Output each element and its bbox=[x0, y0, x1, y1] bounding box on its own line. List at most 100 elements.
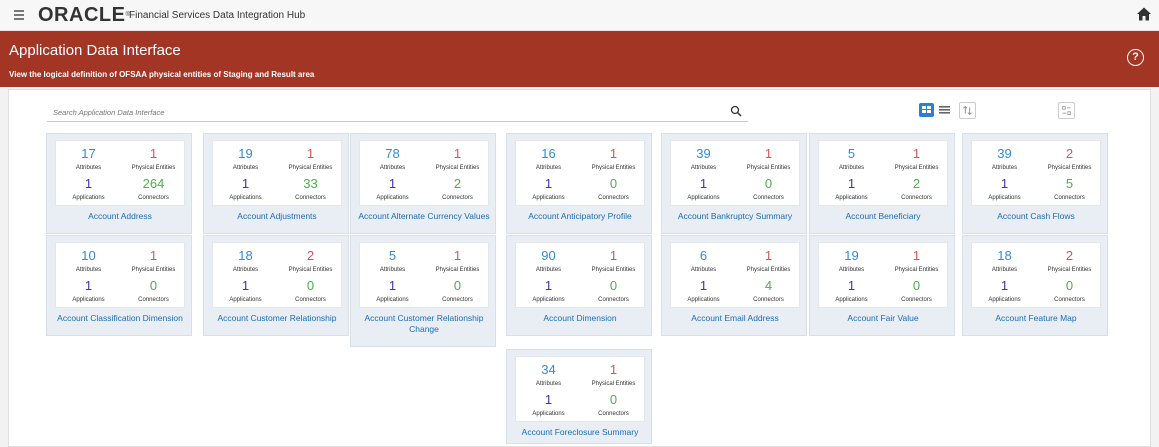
physical-entities-count: 1 bbox=[149, 248, 158, 263]
attributes-stat: 5 Attributes bbox=[360, 249, 425, 274]
applications-label: Applications bbox=[835, 195, 868, 201]
applications-count: 1 bbox=[699, 176, 708, 191]
card-title-link[interactable]: Account Customer Relationship Change bbox=[351, 313, 497, 335]
attributes-label: Attributes bbox=[379, 267, 406, 273]
card-stats: 17 Attributes 1 Physical Entities 1 Applicati… bbox=[55, 140, 185, 206]
applications-count: 1 bbox=[84, 176, 93, 191]
card-title-link[interactable]: Account Adjustments bbox=[204, 211, 350, 222]
connectors-label: Connectors bbox=[138, 297, 169, 303]
entity-card[interactable]: 6 Attributes 1 Physical Entities 1 Applicatio… bbox=[661, 235, 807, 336]
product-name: Financial Services Data Integration Hub bbox=[129, 10, 306, 21]
card-stats: 5 Attributes 1 Physical Entities 1 Applicatio… bbox=[359, 242, 489, 308]
card-stats: 5 Attributes 1 Physical Entities 1 Applicatio… bbox=[818, 140, 948, 206]
entity-card[interactable]: 78 Attributes 1 Physical Entities 1 Applicati… bbox=[350, 133, 496, 234]
connectors-label: Connectors bbox=[442, 195, 473, 201]
entity-card[interactable]: 18 Attributes 2 Physical Entities 1 Applicati… bbox=[203, 235, 349, 336]
connectors-label: Connectors bbox=[598, 297, 629, 303]
entity-card[interactable]: 39 Attributes 2 Physical Entities 1 Applicati… bbox=[962, 133, 1108, 234]
entity-card[interactable]: 39 Attributes 1 Physical Entities 1 Applicati… bbox=[661, 133, 807, 234]
card-stats: 10 Attributes 1 Physical Entities 1 Applicati… bbox=[55, 242, 185, 308]
home-icon[interactable] bbox=[1136, 6, 1152, 22]
card-title-link[interactable]: Account Classification Dimension bbox=[47, 313, 193, 324]
applications-label: Applications bbox=[376, 195, 409, 201]
search-box bbox=[47, 101, 748, 122]
physical-entities-stat: 1 Physical Entities bbox=[581, 363, 646, 388]
connectors-label: Connectors bbox=[753, 195, 784, 201]
attributes-label: Attributes bbox=[75, 267, 102, 273]
attributes-stat: 39 Attributes bbox=[972, 147, 1037, 172]
physical-entities-label: Physical Entities bbox=[591, 381, 636, 387]
attributes-stat: 6 Attributes bbox=[671, 249, 736, 274]
card-title-link[interactable]: Account Fair Value bbox=[810, 313, 956, 324]
connectors-stat: 264 Connectors bbox=[121, 177, 186, 202]
card-stats: 39 Attributes 1 Physical Entities 1 Applicati… bbox=[670, 140, 800, 206]
applications-label: Applications bbox=[988, 195, 1021, 201]
card-title-link[interactable]: Account Email Address bbox=[662, 313, 808, 324]
search-icon[interactable] bbox=[730, 105, 742, 117]
entity-card[interactable]: 16 Attributes 1 Physical Entities 1 Applicati… bbox=[506, 133, 652, 234]
card-title-link[interactable]: Account Beneficiary bbox=[810, 211, 956, 222]
help-icon[interactable]: ? bbox=[1127, 49, 1144, 66]
attributes-count: 17 bbox=[81, 146, 96, 161]
attributes-label: Attributes bbox=[535, 165, 562, 171]
card-title-link[interactable]: Account Address bbox=[47, 211, 193, 222]
card-title-link[interactable]: Account Feature Map bbox=[963, 313, 1109, 324]
card-title-link[interactable]: Account Bankruptcy Summary bbox=[662, 211, 808, 222]
entity-card[interactable]: 5 Attributes 1 Physical Entities 1 Applicatio… bbox=[350, 235, 496, 347]
entity-card[interactable]: 5 Attributes 1 Physical Entities 1 Applicatio… bbox=[809, 133, 955, 234]
entity-card[interactable]: 19 Attributes 1 Physical Entities 1 Applicati… bbox=[203, 133, 349, 234]
entity-card[interactable]: 90 Attributes 1 Physical Entities 1 Applicati… bbox=[506, 235, 652, 336]
connectors-label: Connectors bbox=[598, 195, 629, 201]
card-title-link[interactable]: Account Customer Relationship bbox=[204, 313, 350, 324]
settings-view-icon[interactable] bbox=[1058, 102, 1075, 119]
connectors-label: Connectors bbox=[442, 297, 473, 303]
card-title-link[interactable]: Account Anticipatory Profile bbox=[507, 211, 653, 222]
applications-label: Applications bbox=[835, 297, 868, 303]
sort-icon[interactable] bbox=[959, 102, 976, 119]
search-input[interactable] bbox=[47, 103, 717, 121]
physical-entities-stat: 1 Physical Entities bbox=[121, 147, 186, 172]
attributes-stat: 78 Attributes bbox=[360, 147, 425, 172]
attributes-count: 19 bbox=[238, 146, 253, 161]
entity-card[interactable]: 19 Attributes 1 Physical Entities 1 Applicati… bbox=[809, 235, 955, 336]
list-view-icon[interactable] bbox=[938, 103, 951, 117]
applications-count: 1 bbox=[241, 278, 250, 293]
physical-entities-stat: 1 Physical Entities bbox=[425, 147, 490, 172]
hamburger-menu-icon[interactable] bbox=[14, 10, 24, 20]
entity-card[interactable]: 10 Attributes 1 Physical Entities 1 Applicati… bbox=[46, 235, 192, 336]
physical-entities-label: Physical Entities bbox=[1047, 165, 1092, 171]
applications-stat: 1 Applications bbox=[360, 279, 425, 304]
card-title-link[interactable]: Account Alternate Currency Values bbox=[351, 211, 497, 222]
top-bar: ORACLE® Financial Services Data Integrat… bbox=[0, 0, 1159, 31]
connectors-stat: 0 Connectors bbox=[736, 177, 801, 202]
physical-entities-count: 2 bbox=[306, 248, 315, 263]
entity-card[interactable]: 17 Attributes 1 Physical Entities 1 Applicati… bbox=[46, 133, 192, 234]
applications-label: Applications bbox=[72, 195, 105, 201]
card-stats: 6 Attributes 1 Physical Entities 1 Applicatio… bbox=[670, 242, 800, 308]
connectors-stat: 0 Connectors bbox=[278, 279, 343, 304]
tile-view-icon[interactable] bbox=[919, 103, 934, 117]
connectors-count: 2 bbox=[453, 176, 462, 191]
applications-count: 1 bbox=[544, 392, 553, 407]
applications-label: Applications bbox=[229, 195, 262, 201]
card-title-link[interactable]: Account Cash Flows bbox=[963, 211, 1109, 222]
applications-label: Applications bbox=[532, 411, 565, 417]
attributes-label: Attributes bbox=[232, 267, 259, 273]
attributes-count: 16 bbox=[541, 146, 556, 161]
physical-entities-count: 1 bbox=[764, 146, 773, 161]
card-title-link[interactable]: Account Foreclosure Summary bbox=[507, 427, 653, 438]
entity-card[interactable]: 18 Attributes 2 Physical Entities 1 Applicati… bbox=[962, 235, 1108, 336]
applications-stat: 1 Applications bbox=[819, 177, 884, 202]
attributes-count: 39 bbox=[696, 146, 711, 161]
connectors-label: Connectors bbox=[1054, 195, 1085, 201]
physical-entities-count: 1 bbox=[609, 248, 618, 263]
entity-card[interactable]: 34 Attributes 1 Physical Entities 1 Applicati… bbox=[506, 349, 652, 444]
card-title-link[interactable]: Account Dimension bbox=[507, 313, 653, 324]
connectors-count: 0 bbox=[149, 278, 158, 293]
physical-entities-label: Physical Entities bbox=[435, 165, 480, 171]
physical-entities-stat: 1 Physical Entities bbox=[736, 249, 801, 274]
page-title: Application Data Interface bbox=[9, 42, 181, 59]
physical-entities-stat: 1 Physical Entities bbox=[884, 249, 949, 274]
physical-entities-stat: 1 Physical Entities bbox=[425, 249, 490, 274]
physical-entities-count: 1 bbox=[306, 146, 315, 161]
